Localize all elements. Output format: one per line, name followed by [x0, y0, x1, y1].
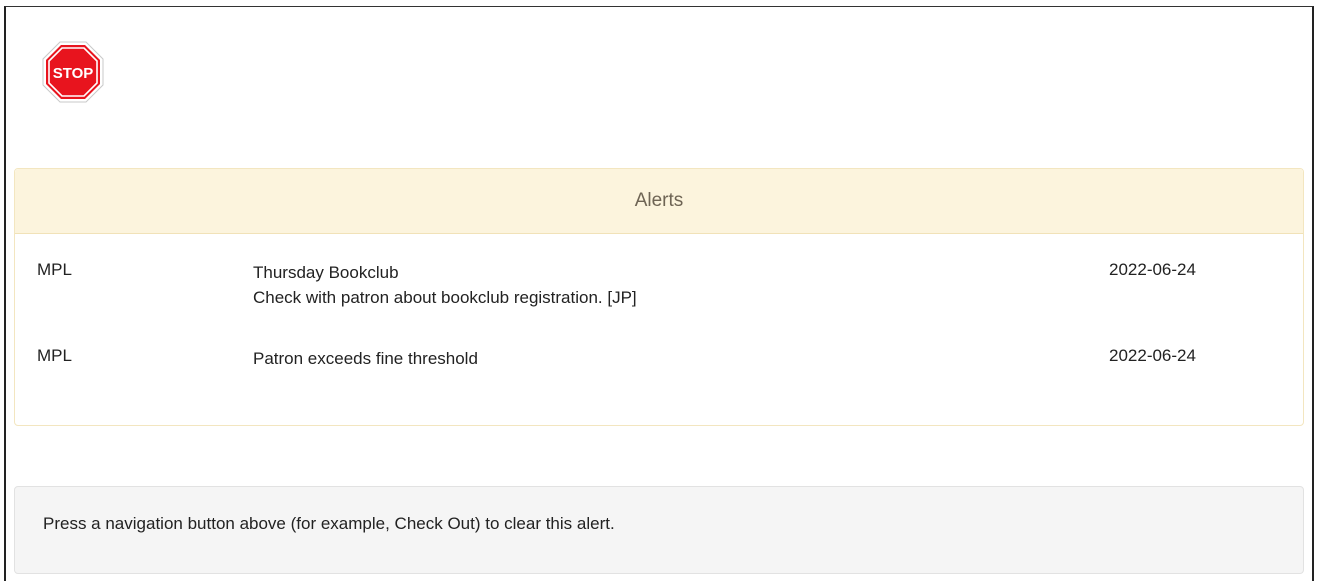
alert-note: Check with patron about bookclub registr… — [253, 288, 637, 307]
alert-library: MPL — [37, 260, 72, 279]
alerts-panel-heading: Alerts — [15, 169, 1303, 234]
alert-message: Thursday Bookclub Check with patron abou… — [253, 260, 637, 310]
stop-sign-text: STOP — [53, 65, 94, 82]
alerts-panel-title: Alerts — [634, 190, 684, 211]
clear-alert-instructions: Press a navigation button above (for exa… — [14, 486, 1304, 574]
alert-message: Patron exceeds fine threshold — [253, 346, 478, 371]
alert-library: MPL — [37, 346, 72, 365]
alert-date: 2022-06-24 — [1109, 260, 1196, 279]
alerts-panel: Alerts MPL Thursday Bookclub Check with … — [14, 168, 1304, 426]
alert-title: Thursday Bookclub — [253, 263, 399, 282]
clear-alert-text: Press a navigation button above (for exa… — [43, 514, 615, 533]
alert-title: Patron exceeds fine threshold — [253, 349, 478, 368]
stop-sign-icon: STOP — [42, 41, 104, 103]
alert-date: 2022-06-24 — [1109, 346, 1196, 365]
